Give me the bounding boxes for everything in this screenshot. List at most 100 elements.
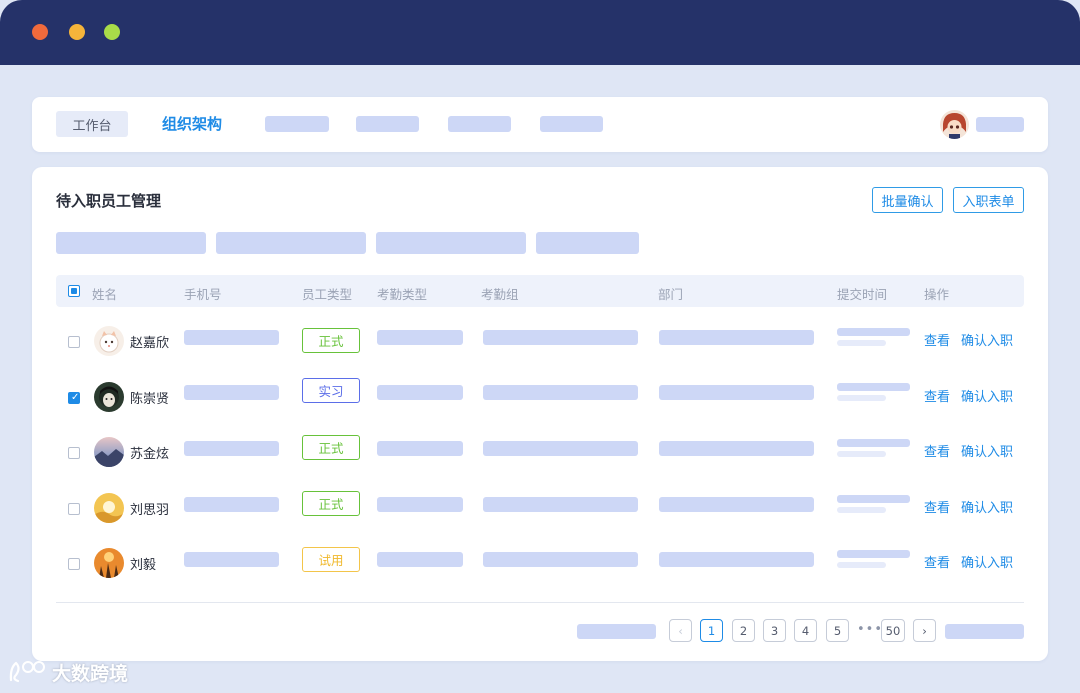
select-all-checkbox[interactable] <box>68 285 80 297</box>
header-employee-type: 员工类型 <box>302 287 353 302</box>
filter-placeholder[interactable] <box>376 232 526 254</box>
employee-name: 苏金炫 <box>130 447 170 462</box>
confirm-onboard-link[interactable]: 确认入职 <box>961 441 1013 460</box>
filter-placeholder[interactable] <box>216 232 366 254</box>
header-phone: 手机号 <box>184 287 222 302</box>
user-name-placeholder <box>976 117 1024 132</box>
prev-page-button[interactable]: ‹ <box>669 619 692 642</box>
nav-placeholder-tab[interactable] <box>540 116 603 132</box>
table-header: 姓名 手机号 员工类型 考勤类型 考勤组 部门 提交时间 操作 <box>56 275 1024 307</box>
window-titlebar <box>0 0 1080 65</box>
submit-time-placeholder <box>837 383 910 391</box>
avatar <box>94 437 124 467</box>
onboard-form-button[interactable]: 入职表单 <box>953 187 1024 213</box>
phone-placeholder <box>184 330 279 345</box>
tab-org-structure[interactable]: 组织架构 <box>162 113 222 134</box>
department-placeholder <box>659 385 814 400</box>
watermark-text: 大数跨境 <box>52 662 129 685</box>
employee-name: 刘思羽 <box>130 503 170 518</box>
submit-time-placeholder <box>837 550 910 558</box>
watermark-logo-icon <box>9 661 45 683</box>
header-department: 部门 <box>658 287 684 302</box>
attendance-type-placeholder <box>377 497 463 512</box>
employee-name: 赵嘉欣 <box>130 336 170 351</box>
row-checkbox[interactable] <box>68 503 80 515</box>
view-link[interactable]: 查看 <box>924 330 950 349</box>
row-checkbox[interactable] <box>68 336 80 348</box>
employee-name: 陈崇贤 <box>130 392 170 407</box>
row-checkbox[interactable] <box>68 447 80 459</box>
department-placeholder <box>659 497 814 512</box>
attendance-group-placeholder <box>483 385 638 400</box>
next-page-button[interactable]: › <box>913 619 936 642</box>
view-link[interactable]: 查看 <box>924 441 950 460</box>
attendance-group-placeholder <box>483 497 638 512</box>
employee-name: 刘毅 <box>130 558 157 573</box>
view-link[interactable]: 查看 <box>924 386 950 405</box>
window-close-button[interactable] <box>32 24 48 40</box>
attendance-group-placeholder <box>483 330 638 345</box>
header-attendance-type: 考勤类型 <box>377 287 428 302</box>
filter-placeholder[interactable] <box>56 232 206 254</box>
attendance-type-placeholder <box>377 330 463 345</box>
header-attendance-group: 考勤组 <box>481 287 519 302</box>
department-placeholder <box>659 441 814 456</box>
confirm-onboard-link[interactable]: 确认入职 <box>961 386 1013 405</box>
row-checkbox[interactable] <box>68 558 80 570</box>
nav-placeholder-tab[interactable] <box>356 116 419 132</box>
total-count-placeholder <box>577 624 656 639</box>
window-maximize-button[interactable] <box>104 24 120 40</box>
table-divider <box>56 602 1024 603</box>
submit-time-placeholder <box>837 395 886 401</box>
confirm-onboard-link[interactable]: 确认入职 <box>961 330 1013 349</box>
phone-placeholder <box>184 552 279 567</box>
page-button[interactable]: 3 <box>763 619 786 642</box>
attendance-group-placeholder <box>483 441 638 456</box>
nav-placeholder-tab[interactable] <box>265 116 329 132</box>
avatar <box>94 548 124 578</box>
header-submit-time: 提交时间 <box>837 287 888 302</box>
row-checkbox[interactable]: ✓ <box>68 392 80 404</box>
page-button-last[interactable]: 50 <box>881 619 905 642</box>
employee-type-tag: 正式 <box>302 435 360 460</box>
submit-time-placeholder <box>837 340 886 346</box>
header-actions: 操作 <box>924 287 950 302</box>
partial-check-icon <box>71 288 77 294</box>
submit-time-placeholder <box>837 328 910 336</box>
pending-employees-panel: 待入职员工管理 批量确认 入职表单 姓名 手机号 员工类型 考勤类型 考勤组 部… <box>32 167 1048 661</box>
page-button[interactable]: 1 <box>700 619 723 642</box>
employee-type-tag: 正式 <box>302 328 360 353</box>
submit-time-placeholder <box>837 507 886 513</box>
attendance-type-placeholder <box>377 441 463 456</box>
page-button[interactable]: 4 <box>794 619 817 642</box>
view-link[interactable]: 查看 <box>924 497 950 516</box>
avatar <box>94 382 124 412</box>
watermark: 大数跨境 <box>8 658 128 686</box>
view-link[interactable]: 查看 <box>924 552 950 571</box>
page-button[interactable]: 2 <box>732 619 755 642</box>
department-placeholder <box>659 330 814 345</box>
submit-time-placeholder <box>837 562 886 568</box>
attendance-group-placeholder <box>483 552 638 567</box>
page-button[interactable]: 5 <box>826 619 849 642</box>
tab-workbench[interactable]: 工作台 <box>56 111 128 137</box>
filter-placeholder[interactable] <box>536 232 639 254</box>
user-avatar[interactable] <box>940 110 969 139</box>
chevron-left-icon: ‹ <box>678 623 683 638</box>
pagination-ellipsis[interactable]: ••• <box>857 622 883 637</box>
top-nav: 工作台 组织架构 <box>32 97 1048 152</box>
employee-type-tag: 正式 <box>302 491 360 516</box>
phone-placeholder <box>184 497 279 512</box>
submit-time-placeholder <box>837 495 910 503</box>
avatar <box>94 493 124 523</box>
page-jump-placeholder[interactable] <box>945 624 1024 639</box>
employee-type-tag: 试用 <box>302 547 360 572</box>
header-name: 姓名 <box>92 287 118 302</box>
confirm-onboard-link[interactable]: 确认入职 <box>961 552 1013 571</box>
department-placeholder <box>659 552 814 567</box>
phone-placeholder <box>184 385 279 400</box>
nav-placeholder-tab[interactable] <box>448 116 511 132</box>
confirm-onboard-link[interactable]: 确认入职 <box>961 497 1013 516</box>
window-minimize-button[interactable] <box>69 24 85 40</box>
batch-confirm-button[interactable]: 批量确认 <box>872 187 943 213</box>
